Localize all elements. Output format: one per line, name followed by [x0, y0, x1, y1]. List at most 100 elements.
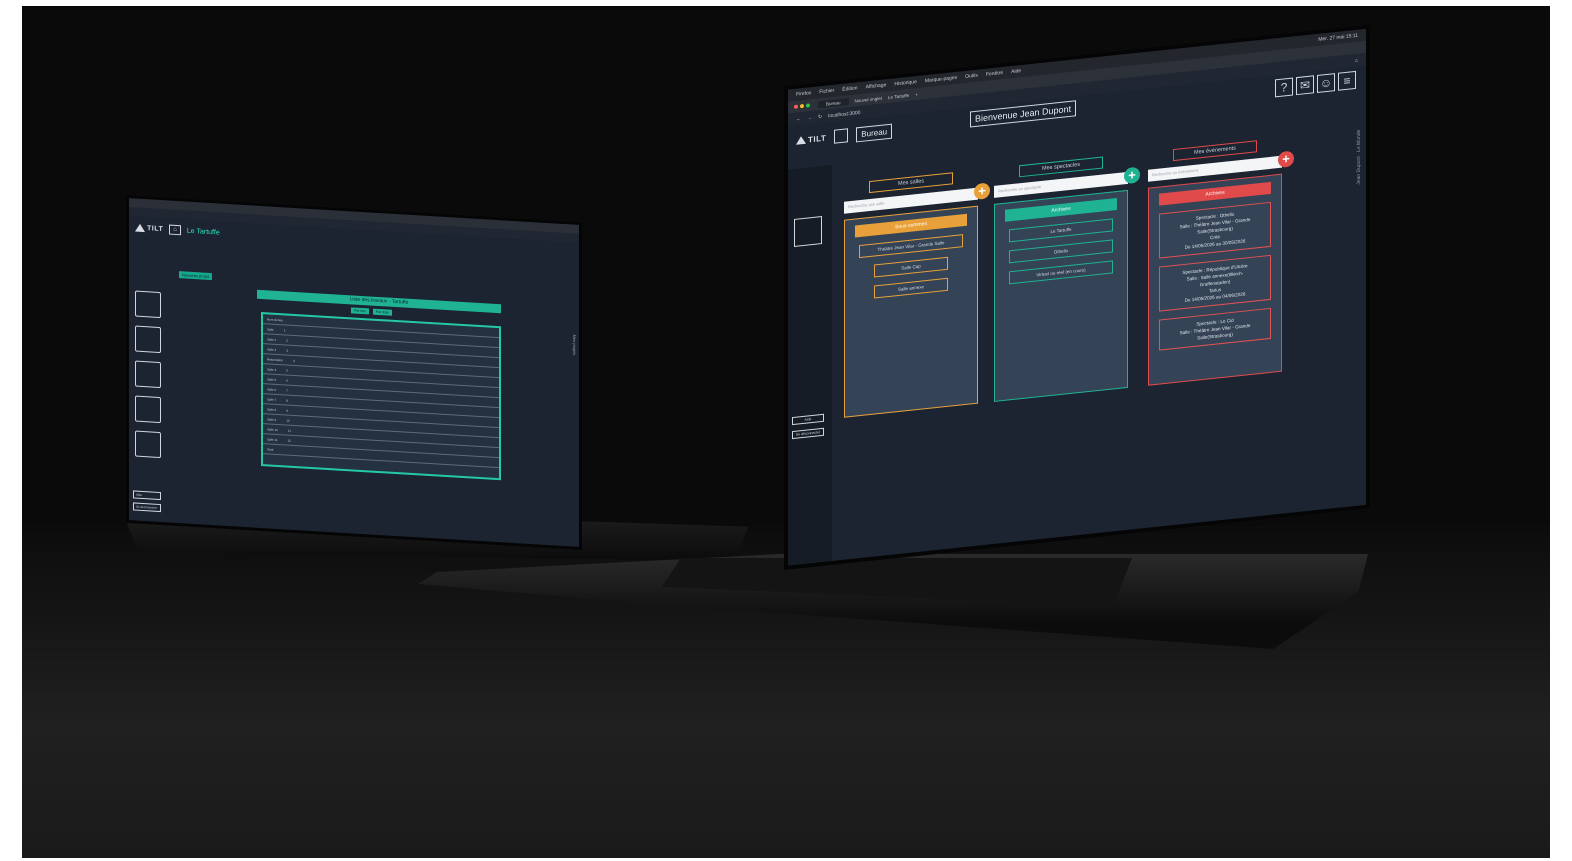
logout-button[interactable]: Se déconnecter [133, 502, 161, 513]
row-label: Salle 3 [267, 346, 277, 352]
bureau-button[interactable]: Bureau [856, 123, 893, 142]
window-controls[interactable] [794, 102, 812, 110]
row-value: 9 [286, 408, 288, 413]
row-label: Salle 8 [267, 406, 277, 412]
column-title: Mes événements [1173, 140, 1257, 162]
back-arrow-icon[interactable]: ← [796, 116, 801, 123]
head-icon[interactable] [135, 325, 161, 354]
header-icons: ? ✉ ☺ ≡ [1275, 70, 1356, 98]
menu-item[interactable]: Historique [894, 79, 917, 87]
left-laptop-screen: TILT ⌂ Le Tartuffe Nouveau projet Liste … [126, 195, 582, 551]
list-item[interactable]: Othello [1008, 239, 1114, 264]
row-label: Salle [267, 326, 274, 332]
left-home-button[interactable]: ⌂ [169, 224, 181, 236]
event-card[interactable]: Spectacle : Othello Salle : Théâtre Jean… [1159, 201, 1271, 259]
home-icon[interactable]: ⌂ [1355, 57, 1358, 63]
left-footer-buttons: Aide Se déconnecter [133, 490, 161, 513]
photo-stage: TILT ⌂ Le Tartuffe Nouveau projet Liste … [22, 6, 1550, 858]
row-value: 2 [286, 338, 288, 343]
menu-item[interactable]: Fenêtre [986, 70, 1003, 78]
tilt-logo[interactable]: TILT [796, 133, 826, 146]
menu-item[interactable]: Affichage [866, 82, 887, 90]
row-value: 6 [286, 378, 288, 383]
event-card[interactable]: Spectacle : République d'Ulcère Salle : … [1159, 254, 1271, 312]
row-value: 5 [286, 368, 288, 373]
add-plus-icon[interactable]: + [974, 182, 990, 201]
tab-bureau[interactable]: Bureau [818, 97, 849, 108]
menu-icon[interactable]: ≡ [1338, 70, 1356, 91]
row-value: 11 [287, 428, 291, 433]
add-plus-icon[interactable]: + [1124, 166, 1140, 185]
url-field[interactable]: localhost:3000 [828, 109, 860, 118]
app-home-icon[interactable] [834, 128, 849, 144]
screen-icon[interactable] [794, 216, 822, 247]
reload-icon[interactable]: ↻ [818, 113, 822, 119]
menu-item[interactable]: Édition [842, 85, 857, 93]
evenements-panel: Archives Spectacle : Othello Salle : Thé… [1148, 173, 1282, 386]
row-value: 12 [287, 438, 291, 443]
forward-arrow-icon[interactable]: → [807, 115, 812, 122]
screen-icon[interactable] [135, 290, 161, 319]
logo-text: TILT [147, 225, 164, 234]
minimize-dot-icon[interactable] [800, 103, 804, 108]
triangle-logo-icon [135, 223, 145, 233]
lightbulb-icon[interactable] [135, 360, 161, 389]
close-dot-icon[interactable] [794, 104, 798, 109]
panel-header[interactable]: Archives [1159, 181, 1271, 206]
row-label: Réservation [267, 356, 284, 362]
list-item[interactable]: Virtuel ou réel (en cours) [1008, 260, 1114, 285]
row-value: 1 [283, 327, 286, 332]
row-label: Salle 2 [267, 336, 277, 342]
left-data-table: Nom du lieu Salle 1 Salle 2 2 Salle 3 3 Rés… [261, 312, 501, 481]
list-item[interactable]: Salle annexe [874, 277, 948, 299]
row-label: Total [267, 446, 274, 452]
speaker-icon[interactable] [135, 395, 161, 424]
help-button[interactable]: Aide [133, 490, 161, 501]
new-tab-plus-icon[interactable]: + [915, 91, 918, 96]
left-venue-label[interactable]: Le Tartuffe [187, 227, 220, 236]
menu-item[interactable]: Fichier [819, 88, 834, 96]
pill-by-date[interactable]: Par date [372, 308, 393, 316]
column-title: Mes salles [869, 172, 953, 194]
left-logo[interactable]: TILT [135, 223, 164, 234]
left-filter-pills: Par lieu Par date [351, 307, 393, 316]
logout-button[interactable]: Se déconnecter [792, 427, 824, 440]
menu-item[interactable]: Marque-pages [925, 75, 957, 84]
menu-item[interactable]: Aide [1011, 68, 1021, 75]
left-right-vertical-tab[interactable]: Mes projets [572, 334, 577, 355]
row-label: Salle 6 [267, 386, 277, 392]
list-item[interactable]: Le Tartuffe [1008, 218, 1114, 243]
list-item[interactable]: Salle Cap [874, 256, 948, 278]
maximize-dot-icon[interactable] [806, 102, 810, 108]
column-salles: Mes salles Recherche une salle + Sous-so… [844, 170, 990, 418]
pill-by-place[interactable]: Par lieu [351, 307, 369, 315]
camera-icon[interactable] [135, 430, 161, 459]
row-value: 10 [286, 418, 290, 423]
event-card[interactable]: Spectacle : Le Cid Salle : Théâtre Jean … [1159, 307, 1271, 351]
row-value: 8 [286, 398, 288, 403]
spectacles-panel: Archives Le Tartuffe Othello Virtuel ou … [994, 189, 1128, 402]
menu-item[interactable]: Firefox [796, 90, 811, 98]
column-spectacles: Mes spectacles Recherche un spectacle + … [994, 154, 1140, 402]
row-label: Salle 11 [267, 436, 278, 442]
menu-item[interactable]: Outils [965, 73, 978, 80]
row-label: Salle 10 [267, 426, 278, 432]
left-new-project-badge[interactable]: Nouveau projet [179, 271, 213, 281]
panel-header[interactable]: Sous-sommes [855, 213, 967, 238]
left-sidebar [135, 290, 165, 459]
mail-icon[interactable]: ✉ [1296, 75, 1314, 96]
add-plus-icon[interactable]: + [1278, 150, 1294, 169]
panel-header[interactable]: Archives [1005, 198, 1117, 222]
help-button[interactable]: Aide [792, 413, 824, 426]
list-item[interactable]: Théâtre Jean Vilar - Grande Salle [858, 234, 964, 259]
app-sidebar: Aide Se déconnecter [788, 164, 832, 566]
help-icon[interactable]: ? [1275, 77, 1293, 98]
user-icon[interactable]: ☺ [1317, 73, 1335, 93]
tab-tartuffe[interactable]: Le Tartuffe [888, 92, 909, 99]
row-label: Salle 7 [267, 396, 277, 402]
user-vertical-label: Jean Dupont · Le Monde [1356, 129, 1362, 185]
salles-panel: Sous-sommes Théâtre Jean Vilar - Grande … [844, 205, 978, 418]
column-title: Mes spectacles [1019, 156, 1103, 178]
column-evenements: Mes événements Recherche un événement + … [1148, 138, 1294, 386]
tab-new[interactable]: Nouvel onglet [855, 95, 883, 103]
